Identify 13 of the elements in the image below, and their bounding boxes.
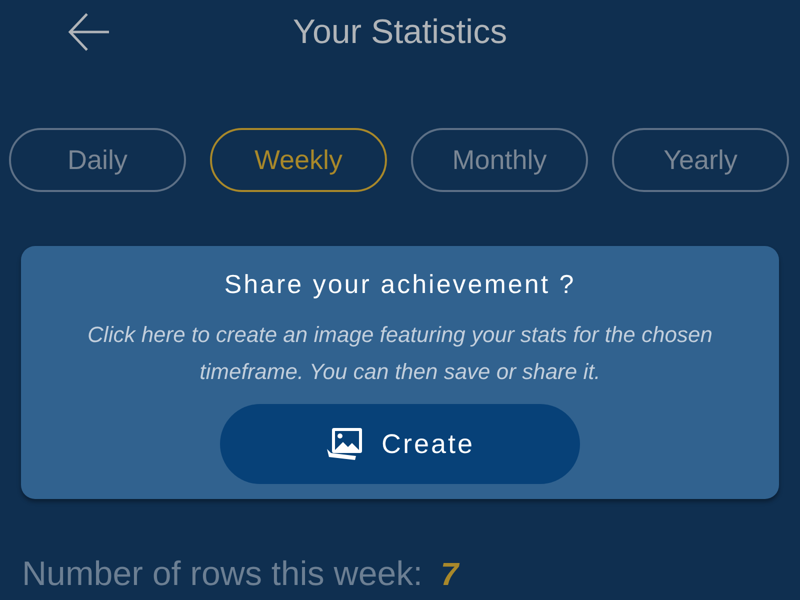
- card-title: Share your achievement ?: [224, 268, 576, 300]
- card-description: Click here to create an image featuring your stats for the chosen timeframe. You can then save or share it.: [86, 320, 714, 386]
- stat-label: Number of rows this week:: [22, 554, 423, 595]
- period-tab[interactable]: Yearly: [612, 128, 789, 192]
- screen-title: Your Statistics: [292, 15, 508, 50]
- image-icon: [325, 426, 364, 461]
- period-tab[interactable]: Monthly: [411, 128, 588, 192]
- period-tab[interactable]: Weekly: [210, 128, 387, 192]
- back-button[interactable]: [66, 12, 112, 52]
- create-button[interactable]: Create: [220, 404, 580, 484]
- back-arrow-icon: [67, 12, 111, 52]
- stat-value: 7: [440, 555, 458, 594]
- period-tab[interactable]: Daily: [9, 128, 186, 192]
